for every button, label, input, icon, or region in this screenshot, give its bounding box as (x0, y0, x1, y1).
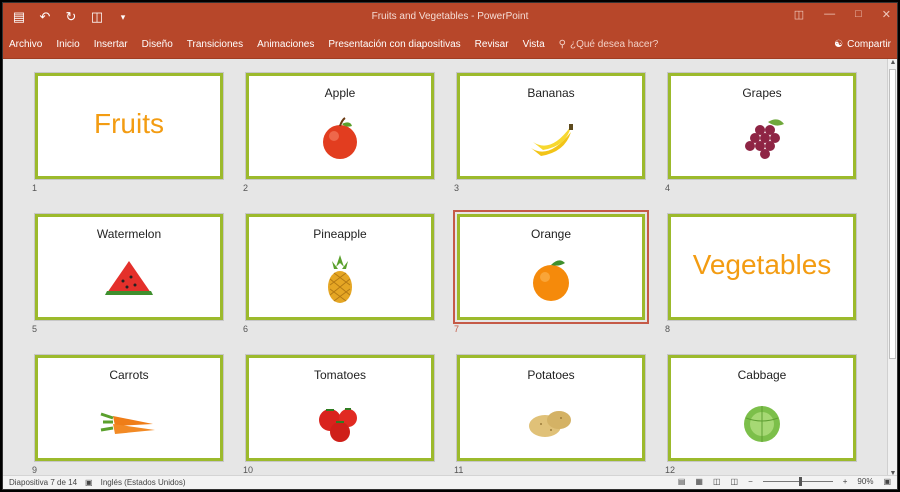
tab-revisar[interactable]: Revisar (475, 39, 509, 50)
slide-thumbnail[interactable]: Fruits (34, 72, 224, 180)
slide-thumbnail[interactable]: Vegetables (667, 213, 857, 321)
slide-title: Watermelon (96, 227, 162, 241)
slide-title: Potatoes (527, 368, 575, 382)
slide-title: Apple (324, 86, 356, 100)
close-icon[interactable]: ✕ (882, 8, 891, 21)
ribbon-tabs: Archivo Inicio Insertar Diseño Transicio… (3, 33, 897, 59)
zoom-slider[interactable] (762, 477, 833, 486)
slide-number: 5 (32, 324, 38, 334)
ribbon-display-options-icon[interactable]: ◫ (794, 8, 804, 21)
status-bar: Diapositiva 7 de 14 ▣ Inglés (Estados Un… (3, 475, 897, 489)
slide-section-title: Vegetables (692, 249, 832, 280)
slide-title: Orange (530, 227, 572, 241)
slide-thumbnail[interactable]: Grapes (667, 72, 857, 180)
slide-number: 11 (454, 465, 464, 475)
slideshow-view-icon[interactable]: ◫ (731, 477, 739, 486)
document-title: Fruits and Vegetables - PowerPoint (371, 11, 529, 22)
slide-number: 9 (32, 465, 38, 475)
slide-thumbnail[interactable]: Tomatoes (245, 354, 435, 462)
scroll-thumb[interactable] (889, 69, 896, 359)
slide-number: 12 (665, 465, 676, 475)
slide-number: 6 (243, 324, 249, 334)
slide-number: 3 (454, 183, 460, 193)
title-bar: ▤ ↶ ↻ ◫ ▾ Fruits and Vegetables - PowerP… (3, 3, 897, 33)
grapes-image (732, 112, 792, 164)
language-label[interactable]: Inglés (Estados Unidos) (101, 478, 186, 487)
slide-sorter-view-icon[interactable]: ▦ (695, 477, 703, 486)
spelling-icon[interactable]: ▣ (85, 478, 93, 487)
normal-view-icon[interactable]: ▤ (678, 477, 686, 486)
slide-number: 10 (243, 465, 254, 475)
minimize-icon[interactable]: — (824, 8, 835, 21)
slide-thumbnail[interactable]: Pineapple (245, 213, 435, 321)
tab-animaciones[interactable]: Animaciones (257, 39, 314, 50)
slide-title: Cabbage (737, 368, 787, 382)
fit-to-window-icon[interactable]: ▣ (883, 477, 891, 486)
slide-number: 1 (32, 183, 38, 193)
slide-thumbnail[interactable]: Cabbage (667, 354, 857, 462)
reading-view-icon[interactable]: ◫ (713, 477, 721, 486)
tab-transiciones[interactable]: Transiciones (187, 39, 243, 50)
slide-number: 2 (243, 183, 249, 193)
tab-presentacion[interactable]: Presentación con diapositivas (328, 39, 460, 50)
slide-number: 7 (454, 324, 460, 334)
window-controls: ◫ — □ ✕ (794, 8, 891, 21)
zoom-out-icon[interactable]: − (748, 477, 753, 486)
scroll-up-icon[interactable]: ▲ (888, 59, 897, 66)
vertical-scrollbar[interactable]: ▲ ▼ (887, 59, 897, 477)
share-button[interactable]: ☯ Compartir (834, 39, 891, 50)
tab-insertar[interactable]: Insertar (94, 39, 128, 50)
watermelon-image (99, 253, 159, 305)
slide-count: Diapositiva 7 de 14 (9, 478, 78, 487)
powerpoint-window: ▤ ↶ ↻ ◫ ▾ Fruits and Vegetables - PowerP… (2, 2, 898, 490)
tab-archivo[interactable]: Archivo (9, 39, 42, 50)
maximize-icon[interactable]: □ (855, 8, 862, 21)
slide-sorter: Fruits 1 Apple 2 Bananas 3 Grapes 4 Watermelon 5 P… (3, 59, 889, 477)
slide-title: Tomatoes (313, 368, 367, 382)
tomatoes-image (310, 394, 370, 446)
tell-me-label: ¿Qué desea hacer? (569, 39, 659, 50)
slide-thumbnail[interactable]: Bananas (456, 72, 646, 180)
lightbulb-icon: ⚲ (558, 39, 566, 50)
slide-section-title: Fruits (94, 108, 164, 139)
share-label: Compartir (847, 39, 891, 50)
slide-title: Grapes (742, 86, 782, 100)
slide-title: Carrots (109, 368, 149, 382)
slide-title: Pineapple (313, 227, 367, 241)
tell-me-box[interactable]: ⚲ ¿Qué desea hacer? (559, 39, 659, 50)
slide-number: 8 (665, 324, 671, 334)
slide-number: 4 (665, 183, 671, 193)
tab-inicio[interactable]: Inicio (56, 39, 79, 50)
zoom-slider-knob[interactable] (798, 477, 802, 486)
pineapple-image (310, 253, 370, 305)
slide-thumbnail[interactable]: Watermelon (34, 213, 224, 321)
slide-thumbnail[interactable]: Apple (245, 72, 435, 180)
zoom-in-icon[interactable]: + (843, 477, 848, 486)
apple-image (310, 112, 370, 164)
slide-thumbnail[interactable]: Carrots (34, 354, 224, 462)
slide-title: Bananas (527, 86, 575, 100)
carrots-image (99, 394, 159, 446)
cabbage-image (732, 394, 792, 446)
slide-thumbnail[interactable]: Potatoes (456, 354, 646, 462)
person-icon: ☯ (834, 39, 844, 50)
bananas-image (521, 112, 581, 164)
potatoes-image (521, 394, 581, 446)
zoom-level[interactable]: 90% (857, 477, 873, 486)
slide-thumbnail[interactable]: Orange (453, 210, 649, 324)
tab-vista[interactable]: Vista (523, 39, 545, 50)
orange-image (521, 253, 581, 305)
tab-diseno[interactable]: Diseño (142, 39, 173, 50)
